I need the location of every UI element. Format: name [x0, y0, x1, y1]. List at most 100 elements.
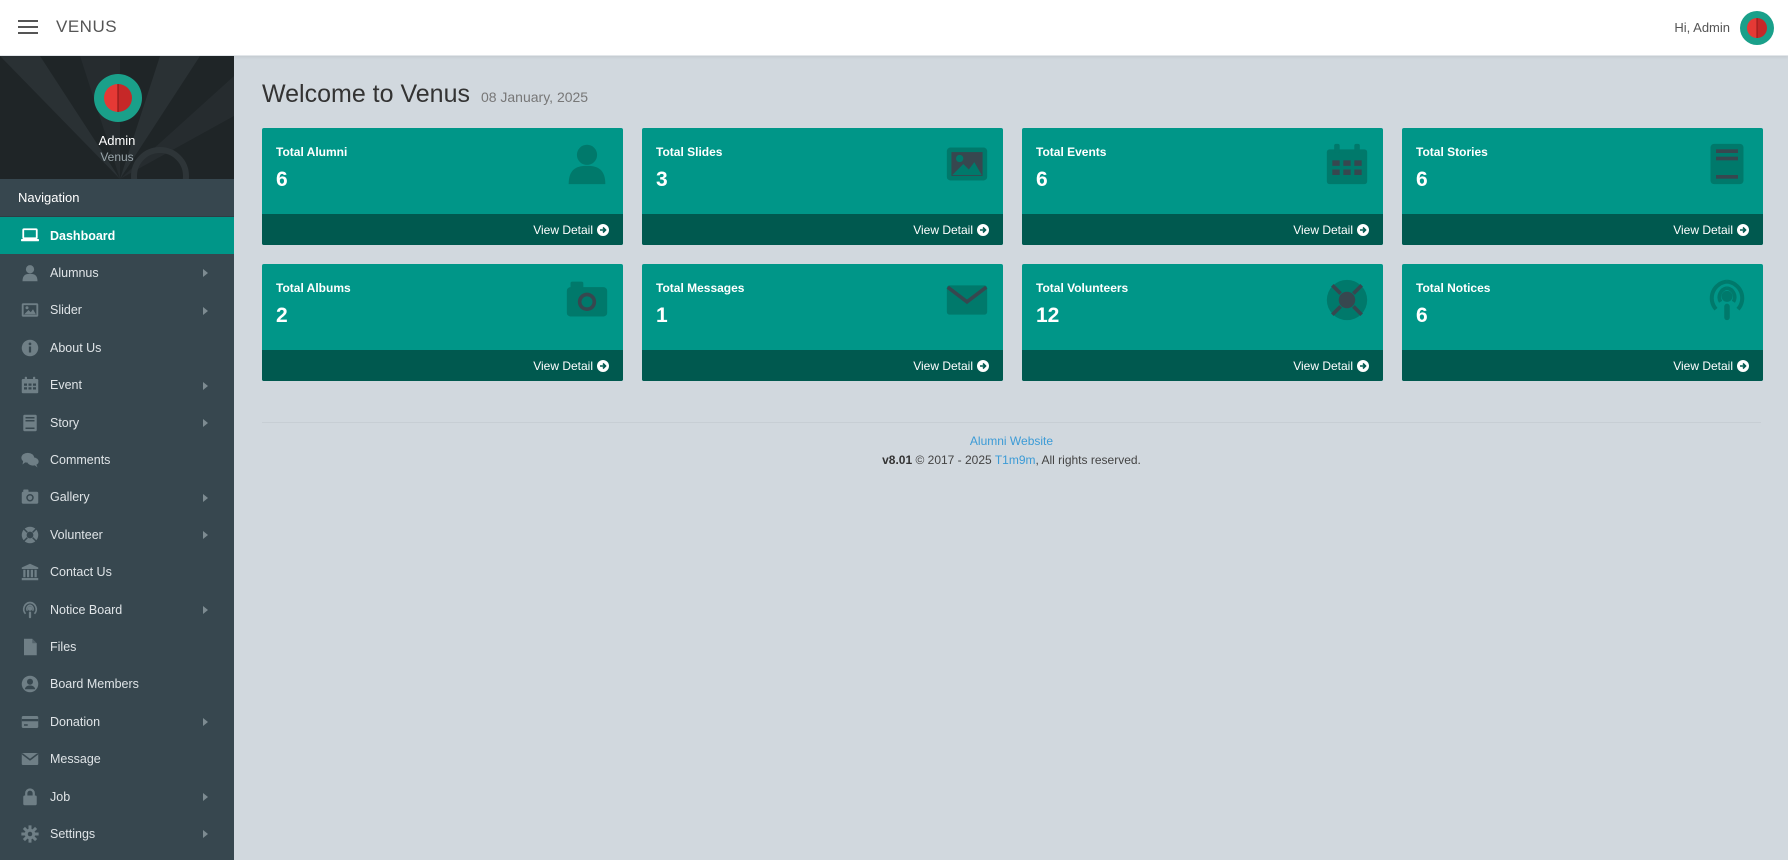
sidebar-item-message[interactable]: Message — [0, 740, 234, 777]
sidebar-item-label: Donation — [50, 714, 101, 729]
sidebar-item-label: Message — [50, 752, 101, 767]
card-title: Total Stories — [1416, 145, 1488, 159]
podcast-icon — [20, 601, 40, 619]
view-detail-link[interactable]: View Detail — [642, 350, 1003, 381]
camera-icon — [20, 488, 40, 506]
calendar-icon — [1325, 142, 1369, 186]
stat-card-total-messages: Total Messages 1 View Detail — [642, 264, 1003, 381]
view-detail-label[interactable]: View Detail — [1293, 223, 1353, 237]
info-icon — [20, 339, 40, 357]
calendar-icon — [20, 376, 40, 394]
view-detail-link[interactable]: View Detail — [642, 214, 1003, 245]
podcast-icon — [1705, 278, 1749, 322]
view-detail-label[interactable]: View Detail — [1673, 223, 1733, 237]
envelope-icon — [944, 278, 990, 322]
copyright-years: © 2017 - 2025 — [912, 453, 995, 467]
sidebar-item-label: Notice Board — [50, 602, 123, 617]
site-link-text[interactable]: Alumni Website — [970, 434, 1053, 448]
footer-site-link[interactable]: Alumni Website — [262, 434, 1761, 448]
card-title: Total Notices — [1416, 281, 1491, 295]
sidebar-item-label: Alumnus — [50, 266, 99, 281]
sidebar-item-donation[interactable]: Donation — [0, 703, 234, 740]
image-icon — [20, 301, 40, 319]
view-detail-link[interactable]: View Detail — [1022, 214, 1383, 245]
camera-icon — [565, 278, 609, 322]
sidebar-item-story[interactable]: Story — [0, 404, 234, 441]
sidebar-item-label: Event — [50, 378, 82, 393]
card-value: 2 — [276, 304, 288, 327]
file-icon — [20, 638, 40, 656]
stat-card-total-stories: Total Stories 6 View Detail — [1402, 128, 1763, 245]
stat-card-total-volunteers: Total Volunteers 12 View Detail — [1022, 264, 1383, 381]
profile-avatar[interactable] — [94, 74, 142, 122]
stat-card-total-alumni: Total Alumni 6 View Detail — [262, 128, 623, 245]
card-value: 6 — [276, 168, 288, 191]
card-value: 6 — [1036, 168, 1048, 191]
chevron-right-icon — [203, 269, 208, 278]
view-detail-label[interactable]: View Detail — [1673, 359, 1733, 373]
top-bar: VENUS Hi, Admin — [0, 0, 1788, 56]
arrow-circle-right-icon — [597, 359, 609, 372]
sidebar-item-label: Board Members — [50, 677, 139, 692]
view-detail-link[interactable]: View Detail — [262, 214, 623, 245]
card-title: Total Slides — [656, 145, 723, 159]
sidebar-item-contact-us[interactable]: Contact Us — [0, 554, 234, 591]
version: v8.01 — [882, 453, 913, 467]
sidebar-item-label: Gallery — [50, 490, 90, 505]
view-detail-link[interactable]: View Detail — [1022, 350, 1383, 381]
user-avatar[interactable] — [1740, 11, 1774, 45]
sidebar-item-dashboard[interactable]: Dashboard — [0, 217, 234, 255]
sidebar-item-files[interactable]: Files — [0, 628, 234, 665]
profile-role: Venus — [100, 150, 134, 164]
view-detail-label[interactable]: View Detail — [533, 359, 593, 373]
current-date: 08 January, 2025 — [480, 89, 589, 105]
sidebar-item-event[interactable]: Event — [0, 367, 234, 404]
sidebar-item-label: Contact Us — [50, 565, 112, 580]
welcome-text: Welcome to Venus — [262, 80, 470, 108]
chevron-right-icon — [203, 531, 208, 540]
card-value: 6 — [1416, 304, 1428, 327]
sidebar-item-gallery[interactable]: Gallery — [0, 479, 234, 516]
envelope-icon — [20, 750, 40, 768]
chevron-right-icon — [203, 718, 208, 727]
sidebar-item-comments[interactable]: Comments — [0, 441, 234, 478]
book-icon — [20, 414, 40, 432]
card-title: Total Messages — [656, 281, 745, 295]
card-value: 12 — [1036, 304, 1060, 327]
sidebar-item-label: Job — [50, 789, 71, 804]
stat-card-total-notices: Total Notices 6 View Detail — [1402, 264, 1763, 381]
nav-list: Dashboard Alumnus Slider About Us Event Story… — [0, 217, 234, 853]
author-link[interactable]: T1m9m — [995, 453, 1036, 467]
view-detail-link[interactable]: View Detail — [1402, 350, 1763, 381]
chevron-right-icon — [203, 493, 208, 502]
sidebar-item-job[interactable]: Job — [0, 778, 234, 815]
view-detail-link[interactable]: View Detail — [262, 350, 623, 381]
chevron-right-icon — [203, 792, 208, 801]
view-detail-label[interactable]: View Detail — [1293, 359, 1353, 373]
stat-card-total-events: Total Events 6 View Detail — [1022, 128, 1383, 245]
image-icon — [945, 142, 989, 186]
user-greeting[interactable]: Hi, Admin — [1674, 20, 1730, 35]
sidebar-item-label: Files — [50, 639, 77, 654]
sidebar-item-about-us[interactable]: About Us — [0, 329, 234, 366]
brand-name[interactable]: VENUS — [56, 17, 117, 37]
view-detail-label[interactable]: View Detail — [533, 223, 593, 237]
sidebar-item-label: Settings — [50, 826, 96, 841]
menu-toggle-icon[interactable] — [18, 20, 38, 35]
chevron-right-icon — [203, 830, 208, 839]
footer-copyright: v8.01 © 2017 - 2025 T1m9m, All rights re… — [262, 453, 1761, 467]
sidebar-item-board-members[interactable]: Board Members — [0, 666, 234, 703]
chevron-right-icon — [203, 418, 208, 427]
sidebar-item-volunteer[interactable]: Volunteer — [0, 516, 234, 553]
sidebar-item-settings[interactable]: Settings — [0, 815, 234, 852]
sidebar-item-notice-board[interactable]: Notice Board — [0, 591, 234, 628]
arrow-circle-right-icon — [1357, 223, 1369, 236]
sidebar-item-slider[interactable]: Slider — [0, 292, 234, 329]
view-detail-link[interactable]: View Detail — [1402, 214, 1763, 245]
lifebuoy-icon — [1325, 278, 1369, 322]
gear-icon — [20, 825, 40, 843]
card-value: 6 — [1416, 168, 1428, 191]
sidebar-item-alumnus[interactable]: Alumnus — [0, 254, 234, 291]
view-detail-label[interactable]: View Detail — [913, 223, 973, 237]
view-detail-label[interactable]: View Detail — [913, 359, 973, 373]
